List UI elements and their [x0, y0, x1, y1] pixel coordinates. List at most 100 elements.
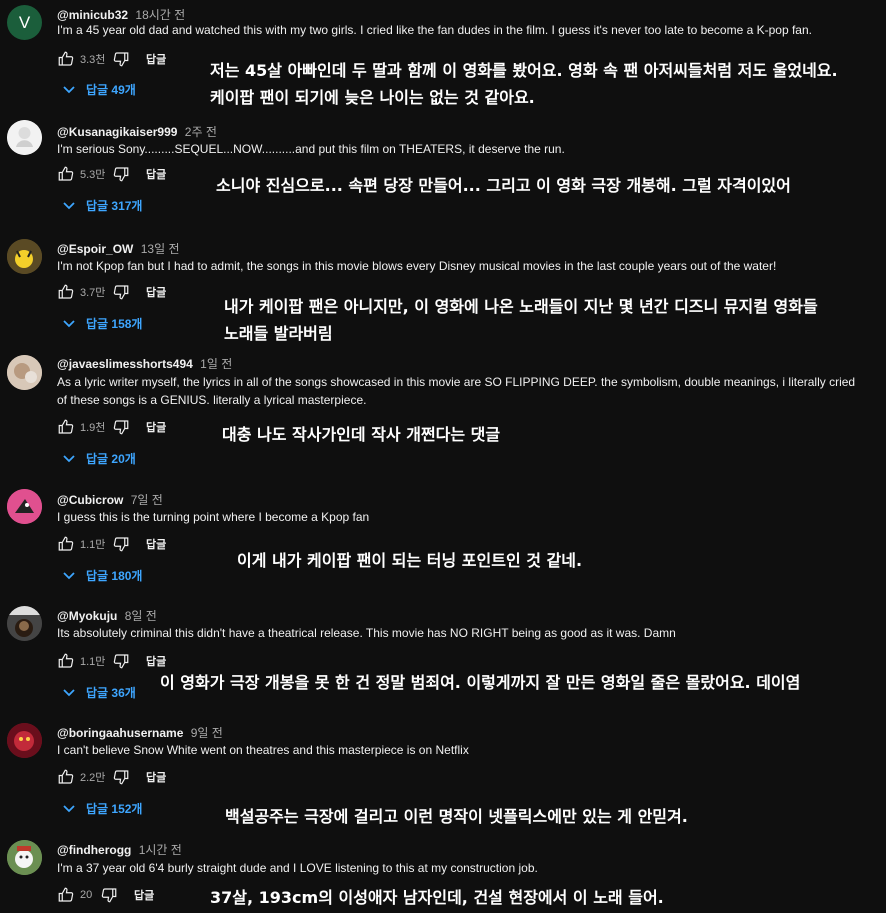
translation-text: 내가 케이팝 팬은 아니지만, 이 영화에 나온 노래들이 지난 몇 년간 디즈… — [224, 293, 818, 347]
thumbs-down-icon[interactable] — [112, 418, 130, 436]
translation-text: 37살, 193cm의 이성애자 남자인데, 건설 현장에서 이 노래 들어. — [210, 884, 664, 911]
thumbs-down-icon[interactable] — [100, 886, 118, 904]
thumbs-down-icon[interactable] — [112, 50, 130, 68]
comment-header: @Kusanagikaiser999 2주 전 — [57, 123, 217, 140]
reply-button[interactable]: 답글 — [146, 284, 166, 300]
comment-author[interactable]: @findherogg — [57, 843, 131, 857]
comment-text: I'm a 37 year old 6'4 burly straight dud… — [57, 861, 538, 875]
translation-line: 이게 내가 케이팝 팬이 되는 터닝 포인트인 것 같네. — [237, 551, 583, 570]
comment-author[interactable]: @boringaahusername — [57, 726, 183, 740]
thumbs-down-icon[interactable] — [112, 165, 130, 183]
chevron-down-icon — [62, 319, 76, 329]
avatar[interactable] — [7, 120, 42, 155]
comment-text: I'm serious Sony.........SEQUEL...NOW...… — [57, 142, 565, 156]
reply-button[interactable]: 답글 — [146, 653, 166, 669]
comment-text-line-2: of these songs is a GENIUS. literally a … — [57, 393, 367, 407]
comment-author[interactable]: @Espoir_OW — [57, 242, 133, 256]
view-replies-button[interactable]: 답글 20개 — [62, 450, 136, 467]
comment-time[interactable]: 18시간 전 — [135, 8, 185, 22]
reply-button[interactable]: 답글 — [146, 51, 166, 67]
comment-author[interactable]: @javaeslimesshorts494 — [57, 357, 193, 371]
view-replies-button[interactable]: 답글 317개 — [62, 197, 142, 214]
avatar[interactable] — [7, 489, 42, 524]
thumbs-up-icon[interactable] — [57, 535, 75, 553]
reply-button[interactable]: 답글 — [134, 887, 154, 903]
avatar[interactable] — [7, 606, 42, 641]
thumbs-up-icon[interactable] — [57, 418, 75, 436]
chevron-down-icon — [62, 571, 76, 581]
translation-text: 이 영화가 극장 개봉을 못 한 건 정말 범죄여. 이렇게까지 잘 만든 영화… — [160, 669, 800, 696]
thumbs-up-icon[interactable] — [57, 652, 75, 670]
comment-author[interactable]: @Myokuju — [57, 609, 117, 623]
like-count: 5.3만 — [80, 169, 106, 181]
reply-button[interactable]: 답글 — [146, 419, 166, 435]
comment-time[interactable]: 1시간 전 — [139, 843, 182, 857]
view-replies-button[interactable]: 답글 36개 — [62, 684, 136, 701]
comment-actions: 1.9천 답글 — [57, 418, 166, 436]
comment-time[interactable]: 1일 전 — [200, 357, 232, 371]
replies-count: 답글 36개 — [86, 686, 136, 700]
comment-actions: 1.1만 답글 — [57, 652, 166, 670]
comment-actions: 5.3만 답글 — [57, 165, 166, 183]
comment-actions: 2.2만 답글 — [57, 768, 166, 786]
thumbs-up-icon[interactable] — [57, 886, 75, 904]
comment-time[interactable]: 8일 전 — [125, 609, 157, 623]
view-replies-button[interactable]: 답글 152개 — [62, 800, 142, 817]
like-count: 3.3천 — [80, 54, 106, 66]
translation-text: 이게 내가 케이팝 팬이 되는 터닝 포인트인 것 같네. — [237, 547, 582, 574]
comment-actions: 20 답글 — [57, 886, 154, 904]
comment-time[interactable]: 13일 전 — [141, 242, 180, 256]
thumbs-down-icon[interactable] — [112, 283, 130, 301]
chevron-down-icon — [62, 85, 76, 95]
comment-header: @Cubicrow 7일 전 — [57, 491, 163, 508]
avatar[interactable] — [7, 723, 42, 758]
avatar[interactable] — [7, 355, 42, 390]
comment-text: Its absolutely criminal this didn't have… — [57, 626, 676, 640]
translation-line: 대충 나도 작사가인데 작사 개쩐다는 댓글 — [222, 425, 501, 444]
comment-header: @Espoir_OW 13일 전 — [57, 240, 180, 257]
chevron-down-icon — [62, 688, 76, 698]
comment-text: I'm a 45 year old dad and watched this w… — [57, 23, 812, 37]
comment-time[interactable]: 2주 전 — [185, 125, 217, 139]
comment-author[interactable]: @Kusanagikaiser999 — [57, 125, 177, 139]
reply-button[interactable]: 답글 — [146, 769, 166, 785]
comment-time[interactable]: 7일 전 — [131, 493, 163, 507]
comment-header: @javaeslimesshorts494 1일 전 — [57, 355, 232, 372]
chevron-down-icon — [62, 454, 76, 464]
comment-author[interactable]: @Cubicrow — [57, 493, 123, 507]
comment-text: As a lyric writer myself, the lyrics in … — [57, 375, 856, 389]
avatar[interactable] — [7, 840, 42, 875]
like-count: 20 — [80, 889, 93, 901]
comment-header: @Myokuju 8일 전 — [57, 607, 157, 624]
chevron-down-icon — [62, 804, 76, 814]
view-replies-button[interactable]: 답글 180개 — [62, 567, 142, 584]
comment-text: I'm not Kpop fan but I had to admit, the… — [57, 259, 777, 273]
like-count: 3.7만 — [80, 287, 106, 299]
comment-time[interactable]: 9일 전 — [191, 726, 223, 740]
thumbs-down-icon[interactable] — [112, 535, 130, 553]
view-replies-button[interactable]: 답글 158개 — [62, 315, 142, 332]
comment-actions: 1.1만 답글 — [57, 535, 166, 553]
thumbs-up-icon[interactable] — [57, 768, 75, 786]
view-replies-button[interactable]: 답글 49개 — [62, 81, 136, 98]
thumbs-up-icon[interactable] — [57, 50, 75, 68]
comment-text: I can't believe Snow White went on theat… — [57, 743, 469, 757]
avatar[interactable]: V — [7, 5, 42, 40]
translation-line: 백설공주는 극장에 걸리고 이런 명작이 넷플릭스에만 있는 게 안믿겨. — [225, 807, 688, 826]
comment-actions: 3.7만 답글 — [57, 283, 166, 301]
translation-text: 소니야 진심으로... 속편 당장 만들어... 그리고 이 영화 극장 개봉해… — [216, 172, 791, 199]
comment-header: @boringaahusername 9일 전 — [57, 724, 223, 741]
thumbs-down-icon[interactable] — [112, 768, 130, 786]
comment-author[interactable]: @minicub32 — [57, 8, 128, 22]
thumbs-down-icon[interactable] — [112, 652, 130, 670]
translation-line: 37살, 193cm의 이성애자 남자인데, 건설 현장에서 이 노래 들어. — [210, 888, 664, 907]
avatar[interactable] — [7, 239, 42, 274]
like-count: 1.1만 — [80, 539, 106, 551]
like-count: 1.1만 — [80, 656, 106, 668]
thumbs-up-icon[interactable] — [57, 165, 75, 183]
comment-text: I guess this is the turning point where … — [57, 510, 370, 524]
reply-button[interactable]: 답글 — [146, 166, 166, 182]
reply-button[interactable]: 답글 — [146, 536, 166, 552]
comment-header: @minicub32 18시간 전 — [57, 6, 185, 23]
thumbs-up-icon[interactable] — [57, 283, 75, 301]
